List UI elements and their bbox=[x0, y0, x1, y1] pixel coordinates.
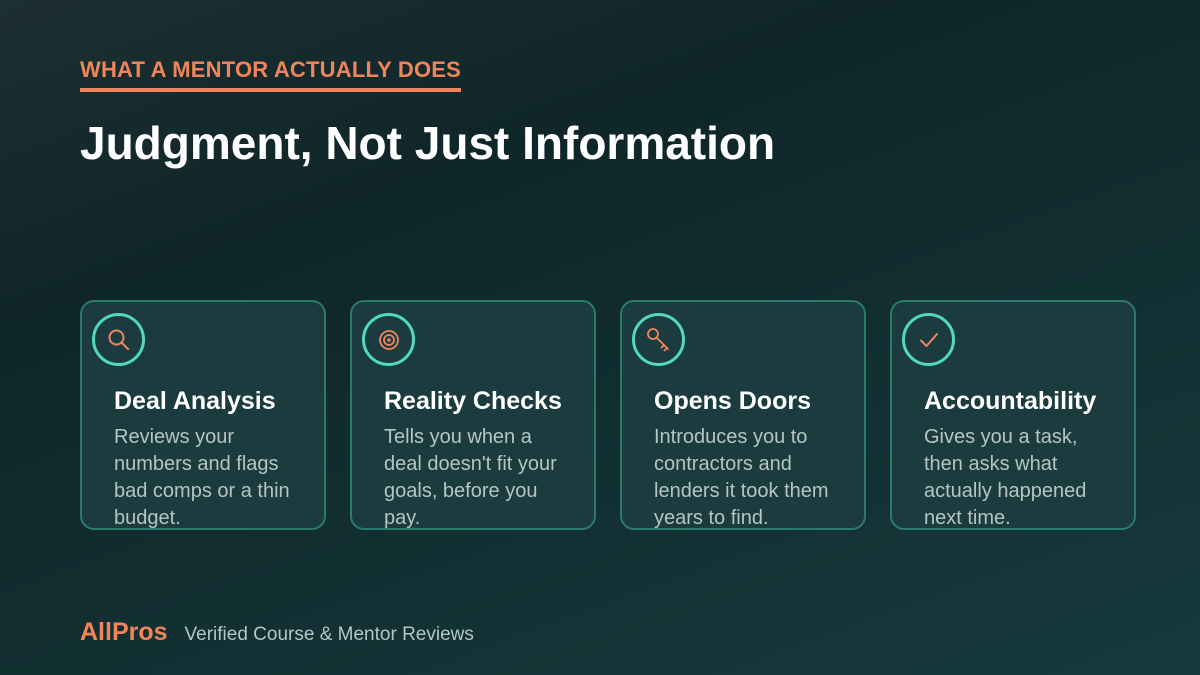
card-description: Reviews your numbers and flags bad comps… bbox=[114, 426, 290, 529]
card-opens-doors: Opens Doors Introduces you to contractor… bbox=[620, 300, 866, 530]
eyebrow-label: WHAT A MENTOR ACTUALLY DOES bbox=[80, 57, 462, 92]
brand-logo-text: AllPros bbox=[80, 618, 168, 646]
magnifier-icon bbox=[92, 313, 145, 366]
card-title: Reality Checks bbox=[384, 387, 562, 415]
card-title: Accountability bbox=[924, 387, 1097, 415]
card-title: Deal Analysis bbox=[114, 387, 276, 415]
card-description: Gives you a task, then asks what actuall… bbox=[924, 426, 1087, 529]
target-icon bbox=[362, 313, 415, 366]
page-title: Judgment, Not Just Information bbox=[80, 117, 776, 169]
footer-tagline: Verified Course & Mentor Reviews bbox=[184, 624, 474, 645]
card-reality-checks: Reality Checks Tells you when a deal doe… bbox=[350, 300, 596, 530]
card-title: Opens Doors bbox=[654, 387, 811, 415]
card-accountability: Accountability Gives you a task, then as… bbox=[890, 300, 1136, 530]
footer: AllPros Verified Course & Mentor Reviews bbox=[80, 618, 474, 647]
key-icon bbox=[632, 313, 685, 366]
checkmark-icon bbox=[902, 313, 955, 366]
card-deal-analysis: Deal Analysis Reviews your numbers and f… bbox=[80, 300, 326, 530]
card-description: Introduces you to contractors and lender… bbox=[654, 426, 829, 529]
card-description: Tells you when a deal doesn't fit your g… bbox=[384, 426, 557, 529]
